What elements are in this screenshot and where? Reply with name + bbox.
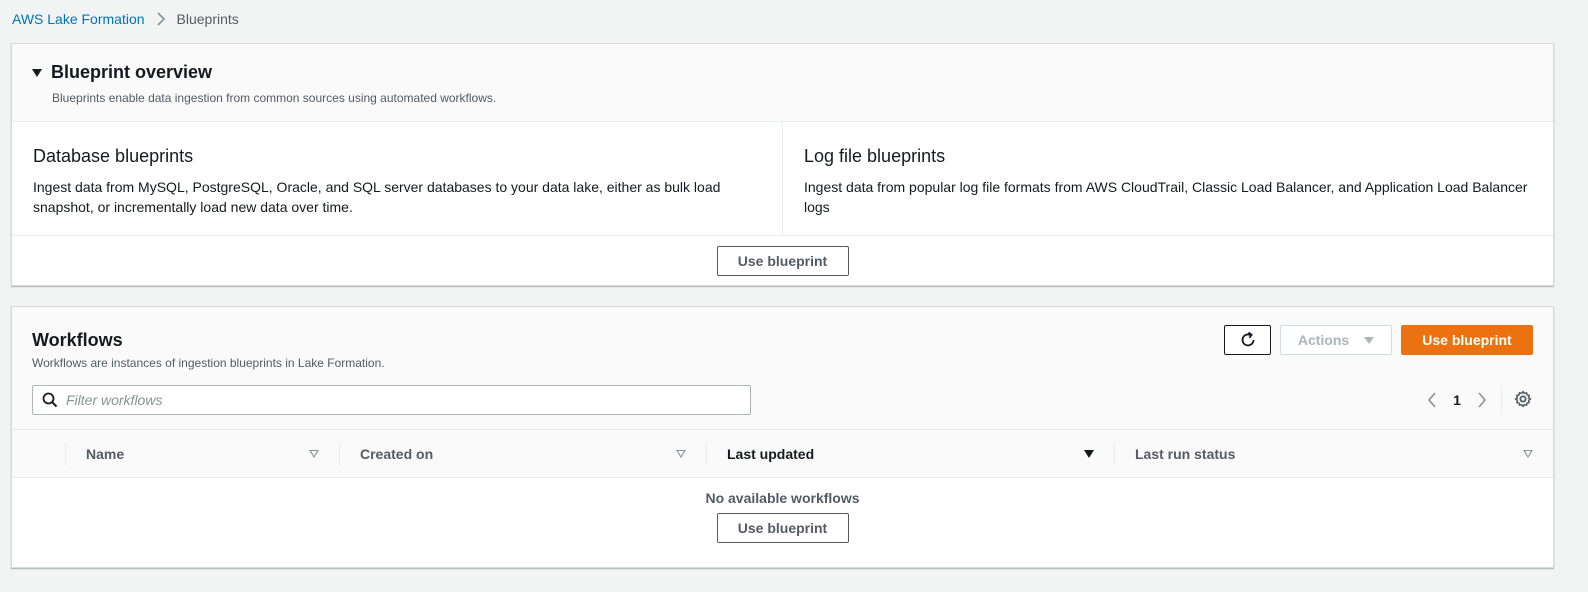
column-label: Created on xyxy=(360,445,434,462)
breadcrumb-current: Blueprints xyxy=(176,11,239,27)
workflows-panel: Workflows Workflows are instances of ing… xyxy=(11,306,1554,568)
workflows-header: Workflows Workflows are instances of ing… xyxy=(12,307,1553,430)
workflows-title: Workflows xyxy=(32,330,123,350)
overview-header: Blueprint overview Blueprints enable dat… xyxy=(12,44,1553,122)
empty-use-blueprint-button[interactable]: Use blueprint xyxy=(716,513,849,543)
selection-column xyxy=(12,442,66,465)
column-header-name[interactable]: Name xyxy=(66,443,339,465)
filter-workflows xyxy=(32,385,751,415)
sort-icon xyxy=(1523,449,1533,458)
empty-state-text: No available workflows xyxy=(705,490,860,506)
log-file-blueprints-card: Log file blueprints Ingest data from pop… xyxy=(782,122,1553,235)
column-header-last-updated[interactable]: Last updated xyxy=(706,442,1114,465)
filter-workflows-input[interactable] xyxy=(66,387,750,413)
refresh-button[interactable] xyxy=(1224,325,1271,355)
overview-footer: Use blueprint xyxy=(12,236,1553,276)
workflows-description: Workflows are instances of ingestion blu… xyxy=(32,356,385,370)
caret-down-icon xyxy=(1364,336,1375,344)
chevron-right-icon xyxy=(156,12,165,26)
overview-use-blueprint-button[interactable]: Use blueprint xyxy=(716,246,849,276)
sort-icon xyxy=(309,449,319,458)
database-blueprints-card: Database blueprints Ingest data from MyS… xyxy=(12,122,782,235)
caret-down-icon xyxy=(32,68,42,77)
chevron-right-icon[interactable] xyxy=(1477,392,1487,408)
column-label: Last updated xyxy=(727,445,815,462)
search-icon xyxy=(42,392,58,408)
database-blueprints-text: Ingest data from MySQL, PostgreSQL, Orac… xyxy=(33,179,721,215)
breadcrumb: AWS Lake Formation Blueprints xyxy=(12,10,239,28)
chevron-left-icon[interactable] xyxy=(1427,392,1437,408)
pagination: 1 xyxy=(1427,389,1487,411)
blueprint-overview-panel: Blueprint overview Blueprints enable dat… xyxy=(11,43,1554,286)
divider xyxy=(1501,386,1502,414)
table-header: Name Created on Last updated Last run st… xyxy=(12,430,1553,478)
gear-icon[interactable] xyxy=(1514,390,1532,408)
sort-icon xyxy=(676,449,686,458)
page-number[interactable]: 1 xyxy=(1449,392,1465,408)
blueprint-types: Database blueprints Ingest data from MyS… xyxy=(12,122,1553,236)
column-label: Name xyxy=(86,445,125,462)
overview-toggle[interactable]: Blueprint overview xyxy=(32,62,1553,83)
actions-label: Actions xyxy=(1297,332,1350,348)
column-header-created-on[interactable]: Created on xyxy=(339,442,706,465)
empty-state: No available workflows Use blueprint xyxy=(12,478,1553,543)
log-file-blueprints-text: Ingest data from popular log file format… xyxy=(804,179,1528,215)
workflows-actions: Actions Use blueprint xyxy=(1224,325,1533,355)
refresh-icon xyxy=(1239,331,1257,349)
sort-descending-icon xyxy=(1084,449,1094,458)
actions-dropdown[interactable]: Actions xyxy=(1280,325,1392,355)
column-label: Last run status xyxy=(1135,445,1236,462)
database-blueprints-title: Database blueprints xyxy=(33,146,194,166)
overview-title: Blueprint overview xyxy=(51,62,213,82)
log-file-blueprints-title: Log file blueprints xyxy=(804,146,946,166)
overview-description: Blueprints enable data ingestion from co… xyxy=(52,91,497,105)
use-blueprint-primary-button[interactable]: Use blueprint xyxy=(1401,325,1533,355)
column-header-last-run-status[interactable]: Last run status xyxy=(1114,442,1553,465)
breadcrumb-root-link[interactable]: AWS Lake Formation xyxy=(12,11,145,27)
